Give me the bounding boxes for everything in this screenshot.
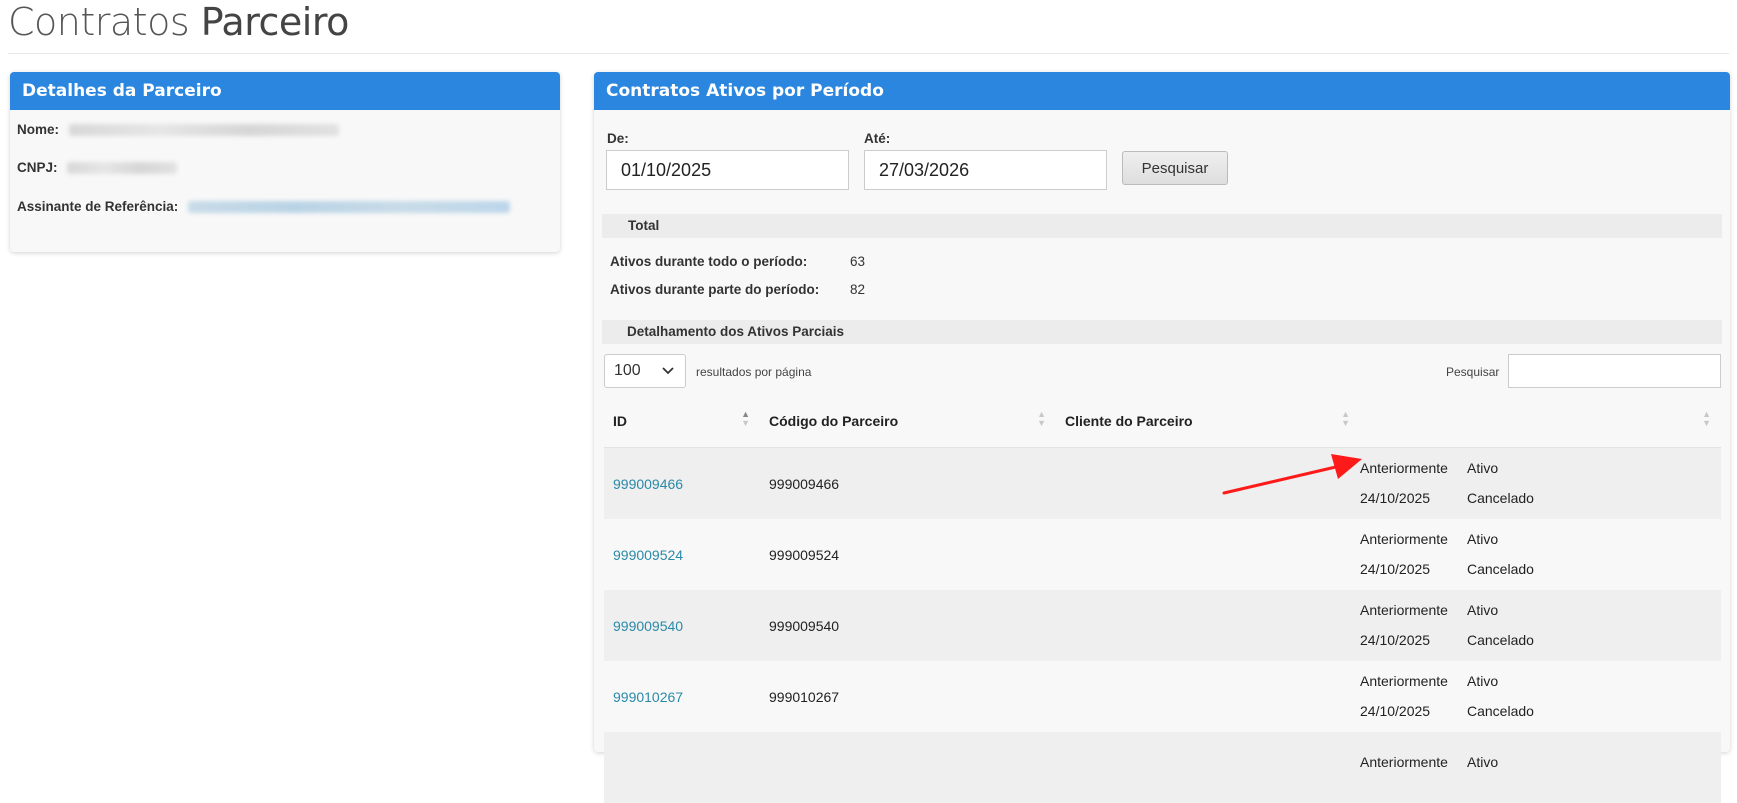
status-new-value: Cancelado bbox=[1467, 561, 1534, 577]
partner-client-cell bbox=[1056, 447, 1360, 519]
status-cell: Anteriormente Ativo 24/10/2025 Cancelado bbox=[1360, 519, 1721, 590]
status-change-date: 24/10/2025 bbox=[1360, 490, 1431, 506]
partner-code-cell: 999010267 bbox=[760, 661, 1056, 732]
status-change-date: 24/10/2025 bbox=[1360, 561, 1431, 577]
detail-name-label: Nome: bbox=[17, 122, 60, 137]
partner-client-cell bbox=[1056, 661, 1360, 732]
status-previous: Anteriormente bbox=[1360, 460, 1448, 476]
chevron-down-icon bbox=[661, 355, 675, 398]
partner-code-cell: 999009466 bbox=[760, 447, 1056, 519]
table-row: Anteriormente Ativo bbox=[604, 732, 1721, 803]
partner-details-panel: Detalhes da Parceiro Nome: CNPJ: Assinan… bbox=[10, 72, 560, 252]
detail-reference-redacted-link[interactable] bbox=[188, 201, 511, 214]
detail-cnpj-redacted bbox=[67, 162, 178, 175]
search-button[interactable]: Pesquisar bbox=[1122, 151, 1228, 185]
total-partial-label: Ativos durante parte do período: bbox=[610, 282, 820, 297]
total-full-value: 63 bbox=[850, 254, 866, 269]
detail-name: Nome: bbox=[17, 122, 339, 137]
table-row: 999009540 999009540 Anteriormente Ativo … bbox=[604, 590, 1721, 661]
status-previous-value: Ativo bbox=[1467, 602, 1499, 618]
contract-id-link[interactable]: 999009466 bbox=[613, 476, 683, 492]
table-row: 999009524 999009524 Anteriormente Ativo … bbox=[604, 519, 1721, 590]
status-previous-value: Ativo bbox=[1467, 673, 1499, 689]
page-title: Contratos Parceiro bbox=[8, 0, 349, 44]
from-label: De: bbox=[607, 131, 629, 146]
partner-client-cell bbox=[1056, 732, 1360, 803]
to-label: Até: bbox=[864, 131, 891, 146]
partial-contracts-table: ID ▲ ▼ Código do Parceiro ▲ ▼ Cliente do P… bbox=[604, 395, 1721, 803]
status-change-date: 24/10/2025 bbox=[1360, 703, 1431, 719]
table-row: 999010267 999010267 Anteriormente Ativo … bbox=[604, 661, 1721, 732]
status-previous-value: Ativo bbox=[1467, 460, 1499, 476]
status-new-value: Cancelado bbox=[1467, 490, 1534, 506]
status-new-value: Cancelado bbox=[1467, 632, 1534, 648]
partner-client-cell bbox=[1056, 590, 1360, 661]
status-previous: Anteriormente bbox=[1360, 531, 1448, 547]
table-row: 999009466 999009466 Anteriormente Ativo … bbox=[604, 447, 1721, 519]
sort-arrows-icon: ▲ ▼ bbox=[1702, 409, 1711, 428]
page-title-strong: Parceiro bbox=[200, 0, 350, 44]
status-previous-value: Ativo bbox=[1467, 753, 1499, 770]
active-contracts-header: Contratos Ativos por Período bbox=[594, 72, 1730, 110]
column-header-status[interactable]: ▲ ▼ bbox=[1360, 395, 1721, 448]
total-partial-value: 82 bbox=[850, 282, 866, 297]
partner-details-header: Detalhes da Parceiro bbox=[10, 72, 560, 110]
partner-code-cell bbox=[760, 732, 1056, 803]
status-cell: Anteriormente Ativo 24/10/2025 Cancelado bbox=[1360, 590, 1721, 661]
status-cell: Anteriormente Ativo 24/10/2025 Cancelado bbox=[1360, 661, 1721, 732]
detail-cnpj: CNPJ: bbox=[17, 160, 178, 175]
total-full-label: Ativos durante todo o período: bbox=[610, 254, 808, 269]
sort-arrows-icon: ▲ ▼ bbox=[1341, 409, 1350, 428]
status-new-value: Cancelado bbox=[1467, 703, 1534, 719]
partner-client-cell bbox=[1056, 519, 1360, 590]
detail-reference-label: Assinante de Referência: bbox=[17, 199, 179, 214]
detail-reference: Assinante de Referência: bbox=[17, 199, 511, 214]
table-header-row: ID ▲ ▼ Código do Parceiro ▲ ▼ Cliente do P… bbox=[604, 395, 1721, 448]
page-size-value: 100 bbox=[614, 362, 641, 379]
sort-arrows-icon: ▲ ▼ bbox=[741, 409, 750, 428]
table-search-input[interactable] bbox=[1508, 354, 1721, 388]
page-title-light: Contratos bbox=[8, 0, 190, 44]
contract-id-link[interactable]: 999009540 bbox=[613, 618, 683, 634]
status-cell: Anteriormente Ativo 24/10/2025 Cancelado bbox=[1360, 447, 1721, 519]
page-size-select[interactable]: 100 bbox=[604, 354, 686, 388]
contract-id-link[interactable]: 999009524 bbox=[613, 547, 683, 563]
detail-name-redacted bbox=[68, 124, 339, 137]
detail-cnpj-label: CNPJ: bbox=[17, 160, 58, 175]
partner-code-cell: 999009540 bbox=[760, 590, 1056, 661]
partial-detail-heading: Detalhamento dos Ativos Parciais bbox=[602, 320, 1722, 344]
status-previous: Anteriormente bbox=[1360, 602, 1448, 618]
active-contracts-panel: Contratos Ativos por Período De: Até: Pe… bbox=[594, 72, 1730, 803]
from-date-input[interactable] bbox=[606, 150, 849, 190]
status-change-date: 24/10/2025 bbox=[1360, 632, 1431, 648]
status-cell: Anteriormente Ativo bbox=[1360, 732, 1721, 803]
total-heading: Total bbox=[602, 214, 1722, 238]
table-search-label: Pesquisar bbox=[1446, 365, 1500, 379]
sort-arrows-icon: ▲ ▼ bbox=[1037, 409, 1046, 428]
column-header-id[interactable]: ID ▲ ▼ bbox=[604, 395, 760, 448]
status-previous: Anteriormente bbox=[1360, 753, 1448, 770]
to-date-input[interactable] bbox=[864, 150, 1107, 190]
partner-code-cell: 999009524 bbox=[760, 519, 1056, 590]
column-header-partner-code[interactable]: Código do Parceiro ▲ ▼ bbox=[760, 395, 1056, 448]
contract-id-link[interactable]: 999010267 bbox=[613, 689, 683, 705]
status-previous-value: Ativo bbox=[1467, 531, 1499, 547]
status-previous: Anteriormente bbox=[1360, 673, 1448, 689]
column-header-partner-client[interactable]: Cliente do Parceiro ▲ ▼ bbox=[1056, 395, 1360, 448]
page-size-label: resultados por página bbox=[696, 365, 812, 379]
title-divider bbox=[8, 53, 1729, 54]
